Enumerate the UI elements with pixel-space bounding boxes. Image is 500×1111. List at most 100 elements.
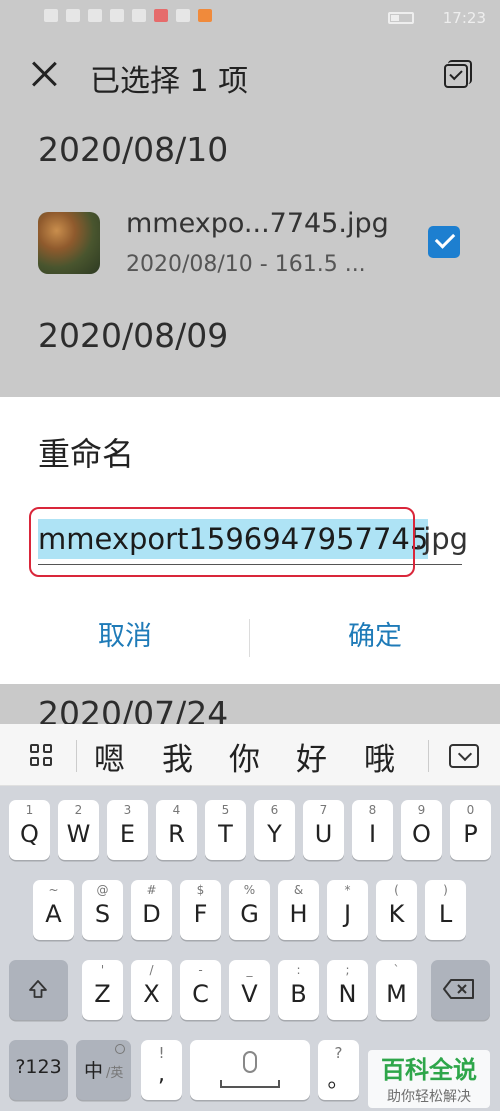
space-icon (220, 1080, 280, 1088)
key-secondary-label: ; (345, 963, 350, 977)
key-secondary-label: 1 (25, 803, 34, 817)
key-j[interactable]: * J (327, 880, 368, 940)
key-secondary-label: % (243, 883, 256, 897)
candidate-bar: 嗯 我 你 好 哦 (0, 724, 500, 786)
cancel-button[interactable]: 取消 (0, 609, 250, 665)
dialog-title: 重命名 (38, 435, 135, 473)
date-header: 2020/08/09 (38, 316, 229, 355)
key-h[interactable]: & H (278, 880, 319, 940)
file-meta: 2020/08/10 - 161.5 ... (126, 252, 366, 277)
key-a[interactable]: ~ A (33, 880, 74, 940)
key-label: I (368, 820, 377, 848)
key-label: D (142, 900, 161, 928)
key-y[interactable]: 6Y (254, 800, 295, 860)
key-secondary-label: ( (394, 883, 399, 897)
key-secondary-label: 8 (368, 803, 377, 817)
key-secondary-label: 0 (466, 803, 475, 817)
key-label: Y (267, 820, 282, 848)
select-all-icon[interactable] (440, 58, 472, 90)
grid-menu-icon[interactable] (30, 744, 54, 768)
key-o[interactable]: 9O (401, 800, 442, 860)
key-m[interactable]: ` M (376, 960, 417, 1020)
candidate-word[interactable]: 我 (162, 734, 193, 779)
key-label: P (463, 820, 478, 848)
key-q[interactable]: 1Q (9, 800, 50, 860)
key-e[interactable]: 3E (107, 800, 148, 860)
key-z[interactable]: ' Z (82, 960, 123, 1020)
rename-dialog: 重命名 mmexport1596947957745 .jpg 取消 确定 (0, 397, 500, 684)
confirm-button[interactable]: 确定 (250, 609, 500, 665)
file-name: mmexpo...7745.jpg (126, 208, 389, 239)
annotation-highlight-box (29, 507, 415, 577)
key-b[interactable]: :B (278, 960, 319, 1020)
microphone-icon (243, 1051, 257, 1073)
key-secondary-label: / (149, 963, 154, 977)
key-secondary-label: : (296, 963, 301, 977)
key-label: B (290, 980, 307, 1008)
symbols-key[interactable]: ?123 (9, 1040, 68, 1100)
key-t[interactable]: 5T (205, 800, 246, 860)
key-label: T (218, 820, 233, 848)
watermark-subtitle: 助你轻松解决 (387, 1089, 471, 1105)
key-x[interactable]: / X (131, 960, 172, 1020)
status-bar: 17:23 (0, 0, 500, 36)
selection-header: 已选择 1 项 (0, 44, 500, 108)
key-f[interactable]: $ F (180, 880, 221, 940)
period-key[interactable]: ? 。 (318, 1040, 359, 1100)
key-secondary-label: # (146, 883, 157, 897)
key-secondary-label: _ (246, 963, 253, 977)
key-c[interactable]: -C (180, 960, 221, 1020)
key-label: J (343, 900, 352, 928)
key-r[interactable]: 4R (156, 800, 197, 860)
key-label: O (412, 820, 431, 848)
key-secondary-label: 3 (123, 803, 132, 817)
checked-checkbox-icon[interactable] (428, 226, 460, 258)
key-i[interactable]: 8I (352, 800, 393, 860)
keyboard-collapse-icon[interactable] (449, 744, 479, 768)
wifi-icon (88, 9, 102, 22)
key-secondary-label: 6 (270, 803, 279, 817)
key-u[interactable]: 7U (303, 800, 344, 860)
key-k[interactable]: (K (376, 880, 417, 940)
close-icon[interactable] (28, 58, 60, 90)
space-key[interactable] (190, 1040, 310, 1100)
watermark-logo: 百科全说 助你轻松解决 (368, 1050, 490, 1108)
status-time: 17:23 (442, 9, 486, 27)
candidate-word[interactable]: 你 (229, 734, 260, 779)
candidate-word[interactable]: 好 (296, 734, 327, 779)
key-d[interactable]: # D (131, 880, 172, 940)
key-label: Z (94, 980, 111, 1008)
hd-icon (44, 9, 58, 22)
candidate-word[interactable]: 嗯 (94, 734, 125, 779)
key-label: F (193, 900, 208, 928)
divider (76, 740, 77, 772)
key-label: Q (20, 820, 39, 848)
key-label: S (94, 900, 111, 928)
page-title: 已选择 1 项 (90, 64, 249, 99)
key-label: V (241, 980, 258, 1008)
hourglass-icon (132, 9, 146, 22)
key-label: L (438, 900, 453, 928)
message-icon (110, 9, 124, 22)
key-label: C (192, 980, 209, 1008)
key-label: A (45, 900, 62, 928)
punctuation-key[interactable]: ! , (141, 1040, 182, 1100)
key-l[interactable]: ) L (425, 880, 466, 940)
key-v[interactable]: _ V (229, 960, 270, 1020)
language-switch-key[interactable]: 中 /英 (76, 1040, 131, 1100)
filename-extension: .jpg (414, 522, 469, 556)
file-list-item[interactable]: mmexpo...7745.jpg 2020/08/10 - 161.5 ... (0, 198, 500, 288)
key-g[interactable]: % G (229, 880, 270, 940)
taobao-icon (198, 9, 212, 22)
key-s[interactable]: @ S (82, 880, 123, 940)
key-secondary-label: ` (393, 963, 400, 977)
key-secondary-label: 2 (74, 803, 83, 817)
shift-key[interactable] (9, 960, 68, 1020)
image-thumbnail (38, 212, 100, 274)
backspace-key[interactable] (431, 960, 490, 1020)
key-secondary-label: 5 (221, 803, 230, 817)
key-w[interactable]: 2W (58, 800, 99, 860)
key-p[interactable]: 0P (450, 800, 491, 860)
candidate-word[interactable]: 哦 (364, 734, 395, 779)
key-n[interactable]: ; N (327, 960, 368, 1020)
